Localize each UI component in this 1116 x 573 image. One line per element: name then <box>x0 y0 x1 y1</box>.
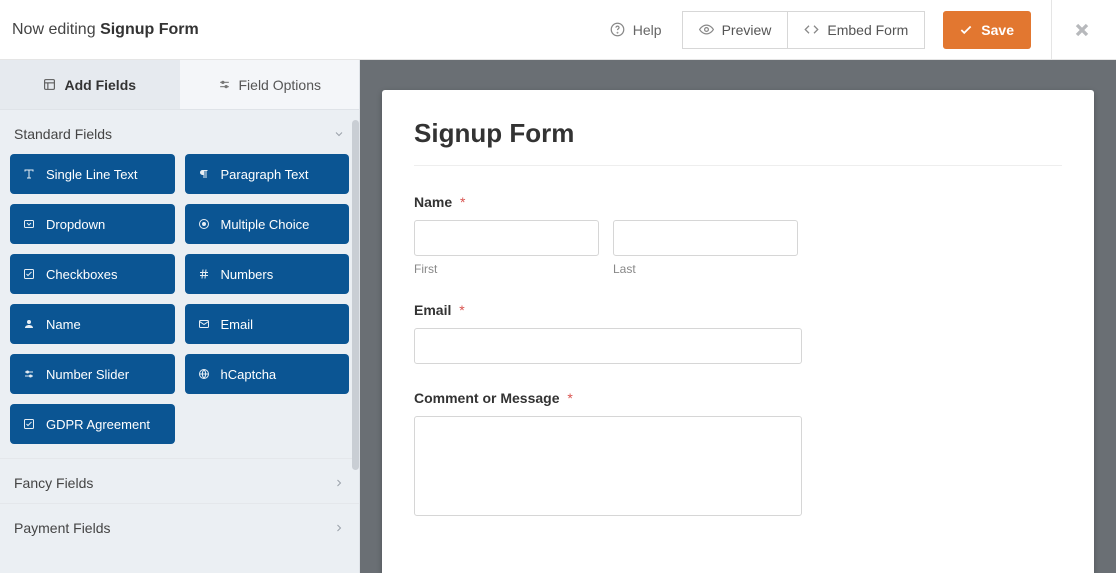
top-toolbar: Now editing Signup Form Help Preview Emb… <box>0 0 1116 60</box>
name-field-label: Name * <box>414 194 1062 210</box>
last-sub-label: Last <box>613 262 798 276</box>
check-icon <box>22 418 36 430</box>
field-gdpr-agreement[interactable]: GDPR Agreement <box>10 404 175 444</box>
tab-field-options-label: Field Options <box>239 77 321 93</box>
email-input[interactable] <box>414 328 802 364</box>
required-marker: * <box>460 194 465 210</box>
form-field-email[interactable]: Email * <box>414 302 1062 364</box>
main-area: Add Fields Field Options Standard Fields <box>0 60 1116 573</box>
field-label: hCaptcha <box>221 367 277 382</box>
dropdown-icon <box>22 218 36 230</box>
editing-title: Now editing Signup Form <box>12 21 199 39</box>
field-hcaptcha[interactable]: hCaptcha <box>185 354 350 394</box>
sliders-icon <box>22 368 36 380</box>
group-fancy-label: Fancy Fields <box>14 475 93 491</box>
paragraph-icon <box>197 168 211 180</box>
comment-field-label: Comment or Message * <box>414 390 1062 406</box>
group-header-payment[interactable]: Payment Fields <box>0 503 359 548</box>
name-label-text: Name <box>414 194 452 210</box>
chevron-right-icon <box>333 477 345 489</box>
chevron-right-icon <box>333 522 345 534</box>
required-marker: * <box>567 390 572 406</box>
field-label: Multiple Choice <box>221 217 310 232</box>
question-circle-icon <box>610 22 625 37</box>
sidebar-tabs: Add Fields Field Options <box>0 60 359 110</box>
field-checkboxes[interactable]: Checkboxes <box>10 254 175 294</box>
save-label: Save <box>981 22 1014 38</box>
preview-label: Preview <box>722 22 772 38</box>
field-email[interactable]: Email <box>185 304 350 344</box>
group-standard-label: Standard Fields <box>14 126 112 142</box>
form-field-comment[interactable]: Comment or Message * <box>414 390 1062 521</box>
group-payment-label: Payment Fields <box>14 520 110 536</box>
name-row: First Last <box>414 220 1062 276</box>
tab-add-fields-label: Add Fields <box>64 77 136 93</box>
code-icon <box>804 22 819 37</box>
comment-label-text: Comment or Message <box>414 390 559 406</box>
field-label: Single Line Text <box>46 167 138 182</box>
fields-sidebar: Add Fields Field Options Standard Fields <box>0 60 360 573</box>
scrollbar[interactable] <box>352 120 359 470</box>
tab-add-fields[interactable]: Add Fields <box>0 60 180 109</box>
field-label: Email <box>221 317 254 332</box>
last-name-input[interactable] <box>613 220 798 256</box>
editing-form-name: Signup Form <box>100 21 199 38</box>
embed-label: Embed Form <box>827 22 908 38</box>
envelope-icon <box>197 318 211 330</box>
save-button[interactable]: Save <box>943 11 1031 49</box>
close-button[interactable] <box>1072 20 1092 40</box>
hash-icon <box>197 268 211 280</box>
preview-button[interactable]: Preview <box>682 11 789 49</box>
field-label: Paragraph Text <box>221 167 309 182</box>
check-icon <box>22 268 36 280</box>
field-label: Numbers <box>221 267 274 282</box>
field-dropdown[interactable]: Dropdown <box>10 204 175 244</box>
radio-icon <box>197 218 211 230</box>
group-header-standard[interactable]: Standard Fields <box>0 110 359 154</box>
form-title: Signup Form <box>414 118 1062 166</box>
standard-fields-grid: Single Line Text Paragraph Text Dropdown… <box>0 154 359 458</box>
field-name[interactable]: Name <box>10 304 175 344</box>
tab-field-options[interactable]: Field Options <box>180 60 360 109</box>
email-label-text: Email <box>414 302 451 318</box>
required-marker: * <box>459 302 464 318</box>
field-paragraph-text[interactable]: Paragraph Text <box>185 154 350 194</box>
sliders-icon <box>218 78 231 91</box>
chevron-down-icon <box>333 128 345 140</box>
field-label: Name <box>46 317 81 332</box>
form-card[interactable]: Signup Form Name * First Last <box>382 90 1094 573</box>
field-multiple-choice[interactable]: Multiple Choice <box>185 204 350 244</box>
toolbar-divider <box>1051 0 1052 60</box>
field-label: GDPR Agreement <box>46 417 150 432</box>
text-icon <box>22 168 36 180</box>
field-number-slider[interactable]: Number Slider <box>10 354 175 394</box>
first-name-input[interactable] <box>414 220 599 256</box>
user-icon <box>22 318 36 330</box>
field-numbers[interactable]: Numbers <box>185 254 350 294</box>
field-label: Number Slider <box>46 367 129 382</box>
globe-icon <box>197 368 211 380</box>
help-link[interactable]: Help <box>610 22 662 38</box>
embed-button[interactable]: Embed Form <box>788 11 925 49</box>
editing-prefix: Now editing <box>12 21 96 38</box>
field-single-line-text[interactable]: Single Line Text <box>10 154 175 194</box>
form-field-name[interactable]: Name * First Last <box>414 194 1062 276</box>
last-name-col: Last <box>613 220 798 276</box>
grid-icon <box>43 78 56 91</box>
check-icon <box>959 23 973 37</box>
form-canvas: Signup Form Name * First Last <box>360 60 1116 573</box>
comment-textarea[interactable] <box>414 416 802 516</box>
field-label: Dropdown <box>46 217 105 232</box>
email-field-label: Email * <box>414 302 1062 318</box>
first-sub-label: First <box>414 262 599 276</box>
help-label: Help <box>633 22 662 38</box>
field-label: Checkboxes <box>46 267 118 282</box>
first-name-col: First <box>414 220 599 276</box>
group-header-fancy[interactable]: Fancy Fields <box>0 458 359 503</box>
sidebar-panel: Standard Fields Single Line Text Paragra… <box>0 110 359 573</box>
eye-icon <box>699 22 714 37</box>
